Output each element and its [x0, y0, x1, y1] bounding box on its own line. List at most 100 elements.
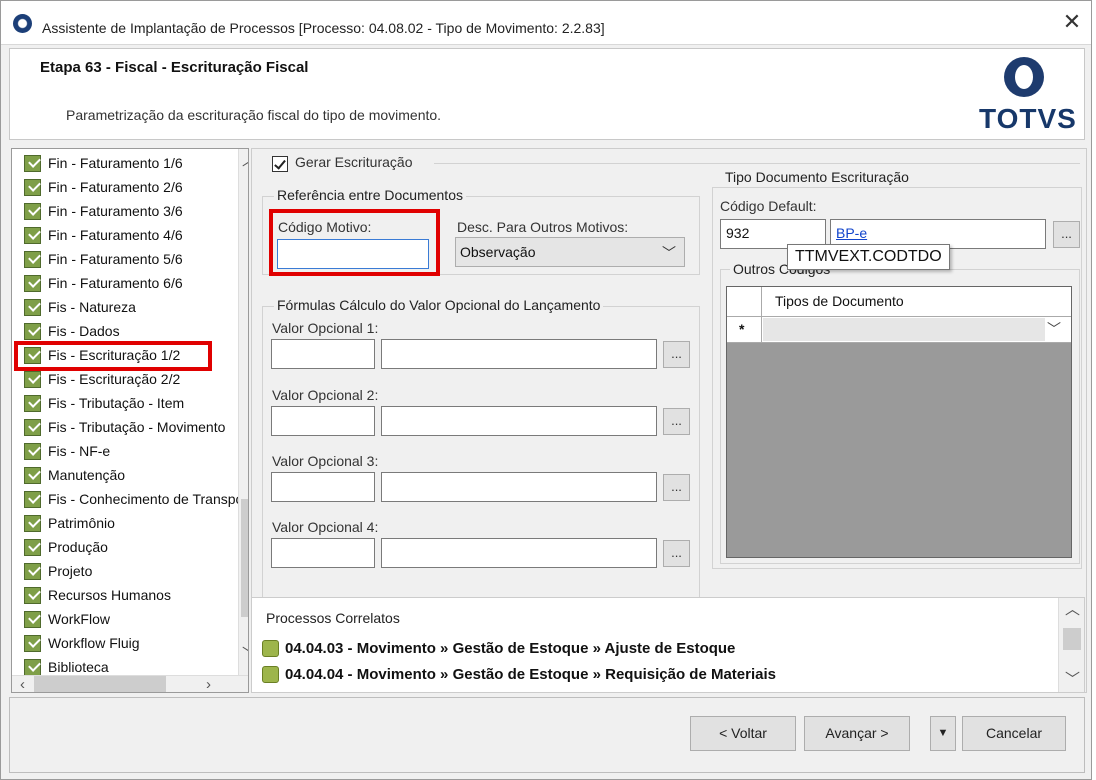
check-icon: [24, 322, 41, 340]
processo-item[interactable]: 04.04.03 - Movimento » Gestão de Estoque…: [262, 640, 735, 657]
nav-item-label: Recursos Humanos: [48, 587, 171, 603]
valor-opcional-description-input[interactable]: [381, 538, 657, 568]
scroll-up-icon[interactable]: ︿: [242, 153, 248, 168]
check-icon: [24, 514, 41, 532]
valor-opcional-description-input[interactable]: [381, 472, 657, 502]
nav-item[interactable]: Fin - Faturamento 4/6: [12, 223, 238, 247]
grid-tipo-select[interactable]: [763, 318, 1045, 341]
nav-item[interactable]: Fis - Dados: [12, 319, 238, 343]
title-bar: Assistente de Implantação de Processos […: [1, 1, 1091, 45]
valor-opcional-lookup-button[interactable]: ...: [663, 408, 690, 435]
formulas-title: Fórmulas Cálculo do Valor Opcional do La…: [274, 297, 604, 313]
totvs-logo: TOTVS: [979, 103, 1077, 134]
nav-item[interactable]: Fis - Tributação - Movimento: [12, 415, 238, 439]
nav-item-label: Fis - Dados: [48, 323, 120, 339]
nav-item[interactable]: Fin - Faturamento 1/6: [12, 151, 238, 175]
desc-outros-select[interactable]: Observação ﹀: [455, 237, 685, 267]
close-icon[interactable]: ✕: [1058, 9, 1086, 37]
nav-item[interactable]: Fis - NF-e: [12, 439, 238, 463]
nav-item-label: Fin - Faturamento 6/6: [48, 275, 183, 291]
nav-item[interactable]: Fis - Natureza: [12, 295, 238, 319]
nav-item[interactable]: Produção: [12, 535, 238, 559]
chevron-down-icon[interactable]: ﹀: [1047, 319, 1061, 339]
check-icon: [24, 490, 41, 508]
nav-item[interactable]: Projeto: [12, 559, 238, 583]
tipos-documento-grid[interactable]: Tipos de Documento * ﹀: [726, 286, 1072, 558]
nav-horizontal-thumb[interactable]: [34, 676, 166, 692]
nav-item[interactable]: Fin - Faturamento 6/6: [12, 271, 238, 295]
codigo-default-lookup-button[interactable]: ...: [1053, 221, 1080, 248]
nav-item[interactable]: WorkFlow: [12, 607, 238, 631]
nav-item[interactable]: Fis - Conhecimento de Transporte: [12, 487, 238, 511]
avancar-button[interactable]: Avançar >: [804, 716, 910, 751]
valor-opcional-description-input[interactable]: [381, 406, 657, 436]
gerar-escrituracao-label: Gerar Escrituração: [295, 154, 413, 170]
nav-item-label: Fis - Conhecimento de Transporte: [48, 491, 238, 507]
processos-scroll-thumb[interactable]: [1063, 628, 1081, 650]
valor-opcional-label: Valor Opcional 4:: [272, 519, 379, 535]
nav-item[interactable]: Fis - Tributação - Item: [12, 391, 238, 415]
valor-opcional-code-input[interactable]: [271, 538, 375, 568]
nav-item-label: Fis - NF-e: [48, 443, 111, 459]
grid-new-row[interactable]: * ﹀: [727, 317, 1071, 343]
check-icon: [24, 538, 41, 556]
check-icon: [24, 418, 41, 436]
nav-item[interactable]: Fin - Faturamento 2/6: [12, 175, 238, 199]
field-tooltip: TTMVEXT.CODTDO: [787, 244, 950, 270]
wizard-footer: < Voltar Avançar > ▼ Cancelar: [9, 697, 1085, 773]
nav-item[interactable]: Fin - Faturamento 3/6: [12, 199, 238, 223]
check-icon: [24, 274, 41, 292]
nav-item-label: Fis - Tributação - Item: [48, 395, 185, 411]
valor-opcional-description-input[interactable]: [381, 339, 657, 369]
nav-scroll-thumb[interactable]: [241, 499, 248, 617]
nav-item-label: Produção: [48, 539, 108, 555]
nav-item-label: Workflow Fluig: [48, 635, 140, 651]
processos-title: Processos Correlatos: [266, 610, 400, 626]
desc-outros-label: Desc. Para Outros Motivos:: [457, 219, 629, 235]
dropdown-arrow-button[interactable]: ▼: [930, 716, 956, 751]
app-icon: [13, 14, 32, 33]
scroll-right-icon[interactable]: ›: [206, 677, 211, 692]
check-icon: [24, 562, 41, 580]
nav-item[interactable]: Patrimônio: [12, 511, 238, 535]
voltar-button[interactable]: < Voltar: [690, 716, 796, 751]
valor-opcional-lookup-button[interactable]: ...: [663, 341, 690, 368]
nav-item-label: Fin - Faturamento 5/6: [48, 251, 183, 267]
valor-opcional-code-input[interactable]: [271, 406, 375, 436]
valor-opcional-lookup-button[interactable]: ...: [663, 540, 690, 567]
scroll-down-icon[interactable]: ﹀: [242, 647, 248, 662]
nav-item[interactable]: Workflow Fluig: [12, 631, 238, 655]
scroll-up-icon[interactable]: ︿: [1065, 602, 1080, 617]
nav-item[interactable]: Manutenção: [12, 463, 238, 487]
valor-opcional-code-input[interactable]: [271, 472, 375, 502]
step-header: Etapa 63 - Fiscal - Escrituração Fiscal …: [9, 48, 1085, 140]
valor-opcional-code-input[interactable]: [271, 339, 375, 369]
nav-item-label: Patrimônio: [48, 515, 115, 531]
nav-item[interactable]: Recursos Humanos: [12, 583, 238, 607]
gerar-escrituracao-checkbox[interactable]: [272, 156, 288, 172]
grid-header-tipos: Tipos de Documento: [775, 293, 904, 309]
desc-outros-value: Observação: [460, 244, 536, 260]
check-icon: [24, 658, 41, 676]
nav-item-label: Fin - Faturamento 2/6: [48, 179, 183, 195]
check-icon: [24, 202, 41, 220]
processo-item[interactable]: 04.04.04 - Movimento » Gestão de Estoque…: [262, 666, 776, 683]
codigo-default-label: Código Default:: [720, 198, 817, 214]
cancelar-button[interactable]: Cancelar: [962, 716, 1066, 751]
check-icon: [24, 226, 41, 244]
tipo-documento-title: Tipo Documento Escrituração: [722, 169, 912, 185]
nav-item-label: Fin - Faturamento 1/6: [48, 155, 183, 171]
valor-opcional-lookup-button[interactable]: ...: [663, 474, 690, 501]
grid-header-row: Tipos de Documento: [727, 287, 1071, 317]
scroll-down-icon[interactable]: ﹀: [1065, 672, 1080, 687]
nav-item-label: Manutenção: [48, 467, 126, 483]
check-icon: [24, 634, 41, 652]
check-icon: [24, 370, 41, 388]
processos-correlatos-panel: Processos Correlatos 04.04.03 - Moviment…: [251, 597, 1085, 693]
step-description: Parametrização da escrituração fiscal do…: [66, 107, 442, 123]
processos-scrollbar[interactable]: ︿ ﹀: [1058, 598, 1084, 692]
step-title: Etapa 63 - Fiscal - Escrituração Fiscal: [40, 59, 309, 76]
scroll-left-icon[interactable]: ‹: [20, 677, 25, 692]
nav-item[interactable]: Fin - Faturamento 5/6: [12, 247, 238, 271]
nav-item-label: Projeto: [48, 563, 93, 579]
